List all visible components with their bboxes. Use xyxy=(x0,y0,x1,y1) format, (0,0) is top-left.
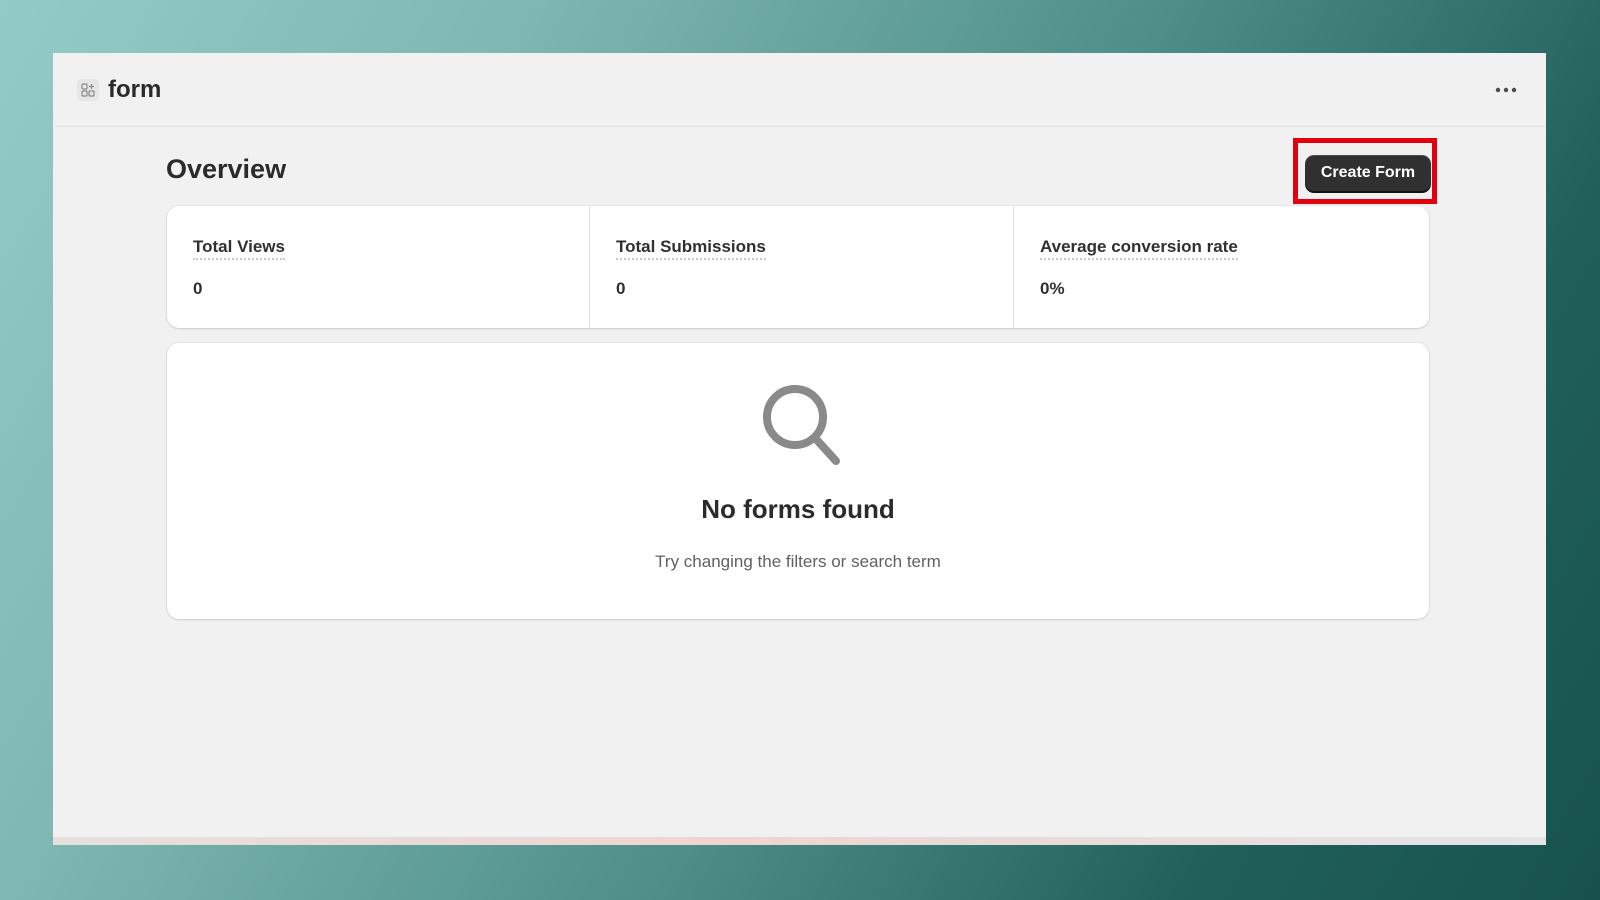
stat-label[interactable]: Average conversion rate xyxy=(1040,237,1238,260)
stat-total-submissions: Total Submissions 0 xyxy=(589,206,1013,328)
stat-total-views: Total Views 0 xyxy=(167,206,589,328)
stats-card: Total Views 0 Total Submissions 0 Averag… xyxy=(167,206,1429,328)
app-header: form xyxy=(53,53,1546,127)
window-bottom-bar xyxy=(53,837,1546,845)
empty-state-card: No forms found Try changing the filters … xyxy=(167,343,1429,619)
more-actions-button[interactable] xyxy=(1492,79,1520,101)
stat-label[interactable]: Total Views xyxy=(193,237,285,260)
stat-label[interactable]: Total Submissions xyxy=(616,237,766,260)
app-grid-icon xyxy=(77,79,99,101)
ellipsis-icon xyxy=(1495,87,1517,93)
empty-state-subtitle: Try changing the filters or search term xyxy=(655,552,941,571)
stat-value: 0% xyxy=(1040,279,1065,298)
stat-value: 0 xyxy=(616,279,626,298)
stat-average-conversion-rate: Average conversion rate 0% xyxy=(1013,206,1429,328)
app-title: form xyxy=(108,76,162,103)
search-icon xyxy=(763,385,840,465)
create-form-button[interactable]: Create Form xyxy=(1305,155,1431,191)
empty-state-title: No forms found xyxy=(701,494,895,524)
app-window: form Overview Create Form Total Views 0 … xyxy=(53,53,1546,845)
page-title: Overview xyxy=(166,154,287,184)
stat-value: 0 xyxy=(193,279,203,298)
